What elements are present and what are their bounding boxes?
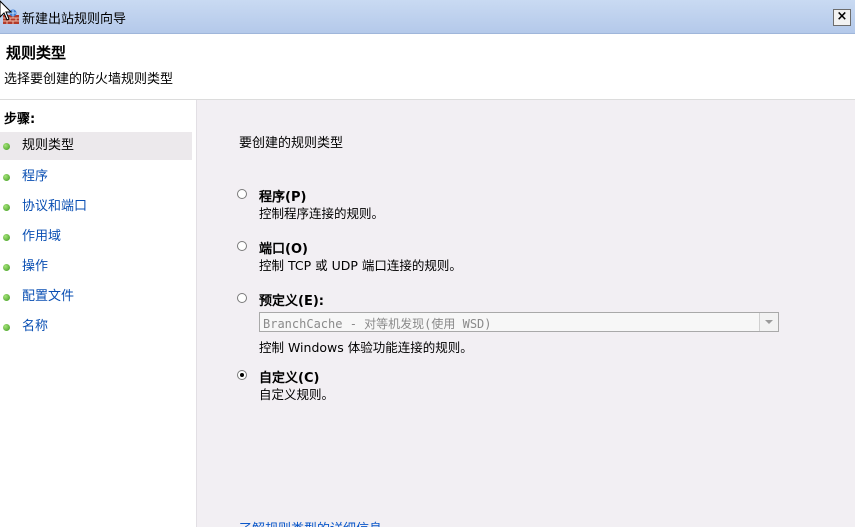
step-label: 协议和端口 [22,199,88,214]
step-rule-type[interactable]: 规则类型 [0,132,192,160]
rule-type-question: 要创建的规则类型 [239,136,344,151]
page-subtitle: 选择要创建的防火墙规则类型 [4,72,174,87]
title-bar: 新建出站规则向导 × [0,0,855,34]
option-description: 控制程序连接的规则。 [259,206,385,221]
step-profile[interactable]: 配置文件 [0,283,192,311]
page-title: 规则类型 [6,44,67,62]
step-label: 程序 [22,169,49,184]
steps-sidebar: 步骤: 规则类型 程序 协议和端口 作用域 操作 配置文件 名称 [0,100,197,527]
step-bullet-icon [3,294,10,301]
step-label: 作用域 [22,229,62,244]
radio-port[interactable] [237,241,247,251]
window-title: 新建出站规则向导 [22,12,127,27]
step-scope[interactable]: 作用域 [0,223,192,251]
step-label: 名称 [22,319,49,334]
main-content: 要创建的规则类型 程序(P) 控制程序连接的规则。 端口(O) 控制 TCP 或… [197,100,855,527]
learn-more-link[interactable]: 了解规则类型的详细信息 [239,518,382,527]
step-bullet-icon [3,204,10,211]
wizard-header: 规则类型 选择要创建的防火墙规则类型 [0,34,855,100]
steps-label: 步骤: [4,112,36,127]
step-bullet-icon [3,324,10,331]
step-name[interactable]: 名称 [0,313,192,341]
radio-custom[interactable] [237,370,247,380]
step-label: 规则类型 [22,138,75,153]
step-bullet-icon [3,234,10,241]
chevron-down-icon[interactable] [759,313,778,331]
step-label: 配置文件 [22,289,75,304]
step-bullet-icon [3,143,10,150]
mouse-cursor-icon [0,0,13,21]
step-action[interactable]: 操作 [0,253,192,281]
radio-predefined[interactable] [237,293,247,303]
option-description: 自定义规则。 [259,387,335,402]
predefined-select[interactable]: BranchCache - 对等机发现(使用 WSD) [259,312,779,332]
step-protocol-ports[interactable]: 协议和端口 [0,193,192,221]
predefined-select-value: BranchCache - 对等机发现(使用 WSD) [263,317,492,331]
step-label: 操作 [22,259,49,274]
option-description: 控制 TCP 或 UDP 端口连接的规则。 [259,258,462,273]
radio-program[interactable] [237,189,247,199]
option-description: 控制 Windows 体验功能连接的规则。 [259,340,473,355]
step-bullet-icon [3,174,10,181]
step-program[interactable]: 程序 [0,163,192,191]
step-bullet-icon [3,264,10,271]
close-button[interactable]: × [833,9,851,26]
option-label: 预定义(E): [259,294,324,309]
